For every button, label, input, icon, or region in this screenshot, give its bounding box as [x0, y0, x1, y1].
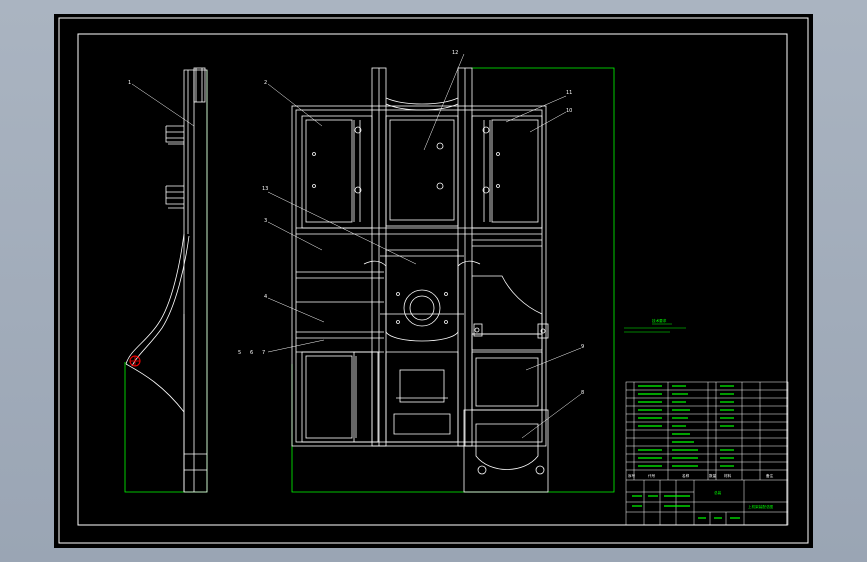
part-label-6: 6: [250, 350, 253, 356]
front-view-green-frame: [291, 67, 615, 493]
leader-lines: [131, 53, 672, 439]
part-label-11: 11: [566, 90, 572, 96]
part-label-8: 8: [581, 390, 584, 396]
part-label-13: 13: [262, 186, 268, 192]
note-heading: 技术要求: [652, 318, 667, 323]
bom-header-code: 代号: [648, 473, 656, 478]
part-label-7: 7: [262, 350, 265, 356]
side-view: [124, 67, 208, 493]
bom-header-index: 序号: [628, 473, 636, 478]
bom-header-qty: 数量: [709, 473, 717, 478]
part-label-12: 12: [452, 50, 458, 56]
bom-header-name: 名称: [682, 473, 690, 478]
part-label-5: 5: [238, 350, 241, 356]
sheet-outer-border: [58, 17, 809, 544]
cad-viewport[interactable]: 1 2 3 4 5 6 7 8 9 10 11 12 13 技术要求 序号 代号…: [54, 14, 813, 548]
part-label-3: 3: [264, 218, 267, 224]
part-label-9: 9: [581, 344, 584, 350]
part-label-10: 10: [566, 108, 572, 114]
cad-drawing: 1 2 3 4 5 6 7 8 9 10 11 12 13 技术要求 序号 代号…: [58, 17, 809, 544]
bom-header-material: 材料: [724, 473, 732, 478]
bom-header-notes: 备注: [766, 473, 774, 478]
drawing-name: 上机架装配总图: [748, 504, 774, 509]
bom-table: [625, 381, 789, 526]
part-label-2: 2: [264, 80, 267, 86]
part-label-1: 1: [128, 80, 131, 86]
drawing-title: 总装: [714, 490, 722, 495]
front-view: [291, 67, 615, 493]
technical-note: 技术要求: [624, 318, 686, 333]
part-label-4: 4: [264, 294, 267, 300]
